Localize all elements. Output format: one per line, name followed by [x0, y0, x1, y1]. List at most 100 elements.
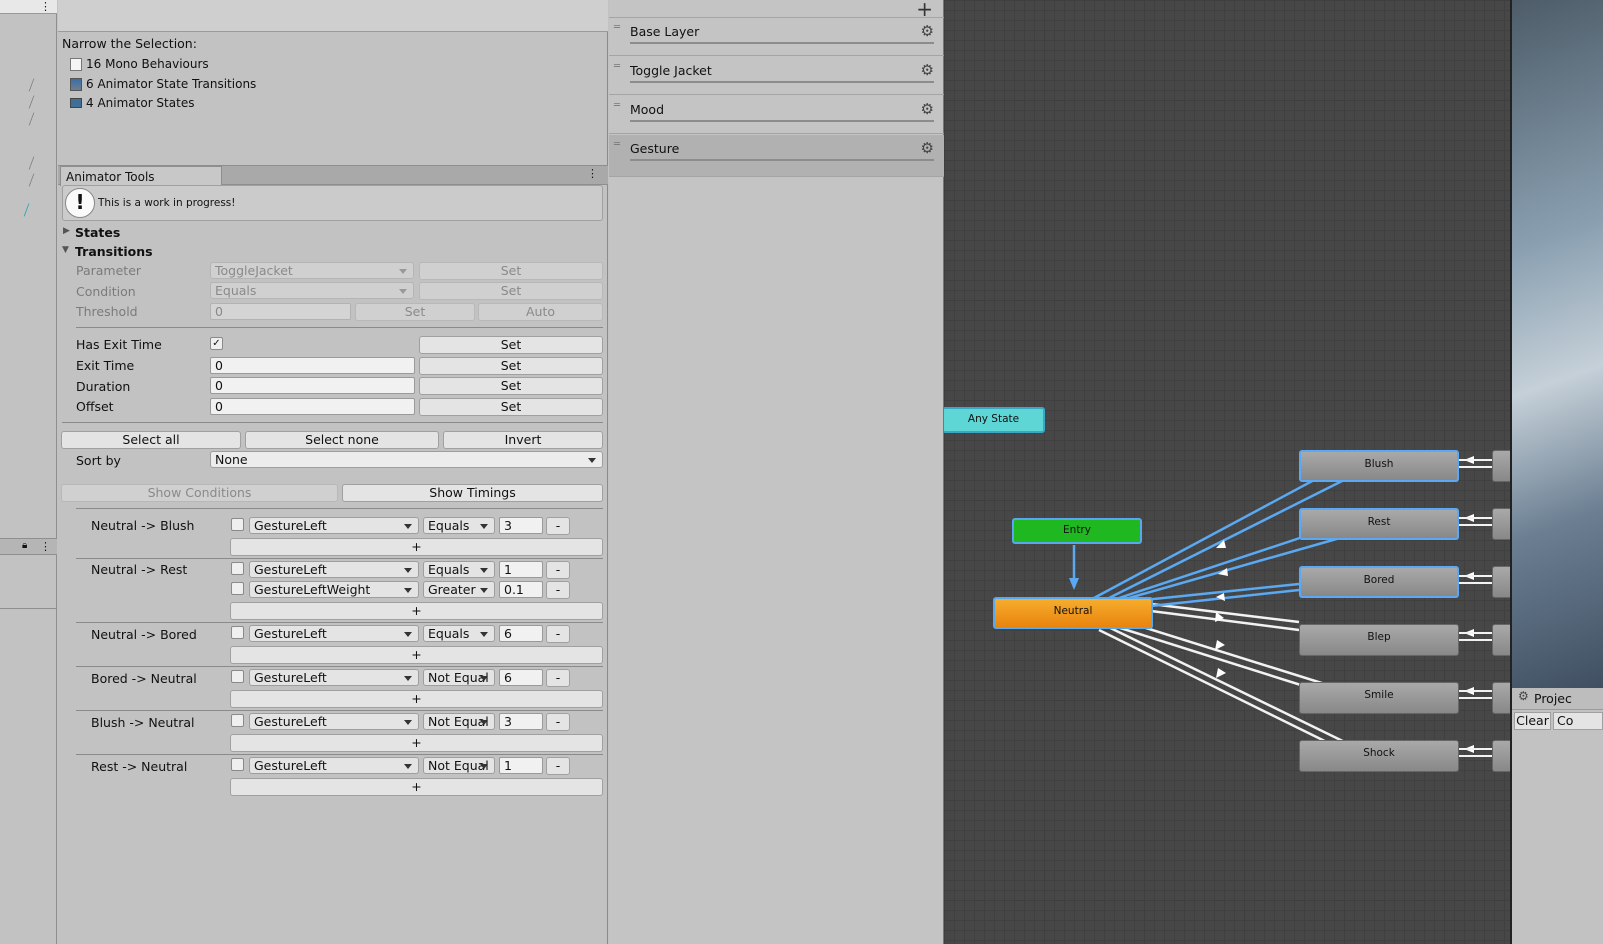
layer-item-selected[interactable]: ═ Gesture ⚙ [609, 135, 944, 177]
condition-op-dropdown[interactable]: Equals [423, 517, 495, 534]
bone-selected-icon[interactable]: ⟋ [20, 202, 35, 220]
neutral-node[interactable]: Neutral [993, 597, 1153, 629]
threshold-auto-button[interactable]: Auto [478, 303, 603, 321]
condition-value-input[interactable]: 6 [499, 625, 543, 642]
remove-condition-button[interactable]: - [546, 669, 570, 687]
condition-param-dropdown[interactable]: GestureLeft [249, 757, 419, 774]
bone-icon[interactable]: ⟋ [25, 111, 40, 129]
lock-icon[interactable]: 🔒︎ [22, 540, 27, 551]
condition-value-input[interactable]: 1 [499, 757, 543, 774]
duration-input[interactable]: 0 [210, 377, 415, 394]
state-node-offscreen[interactable] [1492, 450, 1510, 482]
remove-condition-button[interactable]: - [546, 757, 570, 775]
state-node-blep[interactable]: Blep [1299, 624, 1459, 656]
state-node-rest[interactable]: Rest [1299, 508, 1459, 540]
any-state-node[interactable]: Any State [944, 407, 1045, 433]
sort-by-dropdown[interactable]: None [210, 451, 603, 468]
scene-view[interactable] [1510, 0, 1603, 690]
drag-handle-icon[interactable]: ═ [614, 140, 620, 150]
strip-menu2-icon[interactable]: ⋮ [40, 540, 51, 553]
remove-condition-button[interactable]: - [546, 713, 570, 731]
drag-handle-icon[interactable]: ═ [614, 101, 620, 111]
condition-param-dropdown[interactable]: GestureLeft [249, 561, 419, 578]
threshold-set-button[interactable]: Set [355, 303, 475, 321]
transition-checkbox[interactable] [231, 758, 244, 771]
remove-condition-button[interactable]: - [546, 581, 570, 599]
state-node-offscreen[interactable] [1492, 566, 1510, 598]
add-condition-button[interactable]: + [230, 690, 603, 708]
bone-icon[interactable]: ⟋ [25, 155, 40, 173]
gear-icon[interactable]: ⚙ [921, 61, 934, 79]
narrow-item-transitions[interactable]: 6 Animator State Transitions [70, 75, 256, 93]
condition-value-input[interactable]: 6 [499, 669, 543, 686]
add-condition-button[interactable]: + [230, 538, 603, 556]
condition-value-input[interactable]: 3 [499, 517, 543, 534]
strip-menu-icon[interactable]: ⋮ [40, 0, 51, 13]
parameter-set-button[interactable]: Set [419, 262, 603, 280]
condition-op-dropdown[interactable]: Equals [423, 625, 495, 642]
condition-param-dropdown[interactable]: GestureLeftWeight [249, 581, 419, 598]
transition-checkbox[interactable] [231, 670, 244, 683]
narrow-item-states[interactable]: 4 Animator States [70, 94, 194, 112]
condition-dropdown[interactable]: Equals [210, 282, 414, 299]
condition-op-dropdown[interactable]: Not Equal [423, 713, 495, 730]
transition-checkbox[interactable] [231, 626, 244, 639]
condition-value-input[interactable]: 0.1 [499, 581, 543, 598]
transition-checkbox[interactable] [231, 582, 244, 595]
layer-item[interactable]: ═ Base Layer ⚙ [609, 18, 944, 56]
bone-icon[interactable]: ⟋ [25, 94, 40, 112]
transition-checkbox[interactable] [231, 518, 244, 531]
clear-button[interactable]: Clear [1514, 712, 1551, 730]
has-exit-time-checkbox[interactable]: ✓ [210, 337, 223, 350]
duration-set-button[interactable]: Set [419, 377, 603, 395]
condition-param-dropdown[interactable]: GestureLeft [249, 713, 419, 730]
remove-condition-button[interactable]: - [546, 517, 570, 535]
narrow-item-mono[interactable]: 16 Mono Behaviours [70, 55, 209, 73]
show-timings-button[interactable]: Show Timings [342, 484, 603, 502]
state-node-shock[interactable]: Shock [1299, 740, 1459, 772]
transition-checkbox[interactable] [231, 714, 244, 727]
gear-icon[interactable]: ⚙ [921, 22, 934, 40]
remove-condition-button[interactable]: - [546, 625, 570, 643]
condition-op-dropdown[interactable]: Not Equal [423, 669, 495, 686]
gear-icon[interactable]: ⚙ [921, 139, 934, 157]
condition-op-dropdown[interactable]: Not Equal [423, 757, 495, 774]
condition-param-dropdown[interactable]: GestureLeft [249, 517, 419, 534]
tab-animator-tools[interactable]: Animator Tools [60, 166, 222, 186]
tab-menu-icon[interactable]: ⋮ [587, 167, 598, 180]
drag-handle-icon[interactable]: ═ [614, 23, 620, 33]
state-node-offscreen[interactable] [1492, 624, 1510, 656]
drag-handle-icon[interactable]: ═ [614, 62, 620, 72]
condition-param-dropdown[interactable]: GestureLeft [249, 669, 419, 686]
entry-node[interactable]: Entry [1012, 518, 1142, 544]
select-none-button[interactable]: Select none [245, 431, 439, 449]
bone-icon[interactable]: ⟋ [25, 77, 40, 95]
gear-icon[interactable]: ⚙ [921, 100, 934, 118]
condition-value-input[interactable]: 3 [499, 713, 543, 730]
state-node-smile[interactable]: Smile [1299, 682, 1459, 714]
tab-project[interactable]: Projec [1534, 691, 1572, 706]
condition-set-button[interactable]: Set [419, 282, 603, 300]
threshold-input[interactable]: 0 [210, 303, 351, 320]
parameter-dropdown[interactable]: ToggleJacket [210, 262, 414, 279]
exit-time-set-button[interactable]: Set [419, 357, 603, 375]
state-node-bored[interactable]: Bored [1299, 566, 1459, 598]
condition-op-dropdown[interactable]: Equals [423, 561, 495, 578]
transition-checkbox[interactable] [231, 562, 244, 575]
states-foldout-icon[interactable]: ▶ [63, 226, 70, 236]
show-conditions-button[interactable]: Show Conditions [61, 484, 338, 502]
states-foldout[interactable]: States [75, 225, 120, 240]
transitions-foldout-icon[interactable]: ▼ [62, 245, 69, 255]
bone-icon[interactable]: ⟋ [25, 172, 40, 190]
condition-op-dropdown[interactable]: Greater [423, 581, 495, 598]
has-exit-time-set-button[interactable]: Set [419, 336, 603, 354]
collapse-button[interactable]: Co [1553, 712, 1603, 730]
animator-graph[interactable]: Any State Entry Neutral Blush Rest Bored… [944, 0, 1510, 944]
state-node-offscreen[interactable] [1492, 682, 1510, 714]
add-condition-button[interactable]: + [230, 734, 603, 752]
state-node-blush[interactable]: Blush [1299, 450, 1459, 482]
offset-set-button[interactable]: Set [419, 398, 603, 416]
add-condition-button[interactable]: + [230, 602, 603, 620]
offset-input[interactable]: 0 [210, 398, 415, 415]
layer-item[interactable]: ═ Toggle Jacket ⚙ [609, 57, 944, 95]
